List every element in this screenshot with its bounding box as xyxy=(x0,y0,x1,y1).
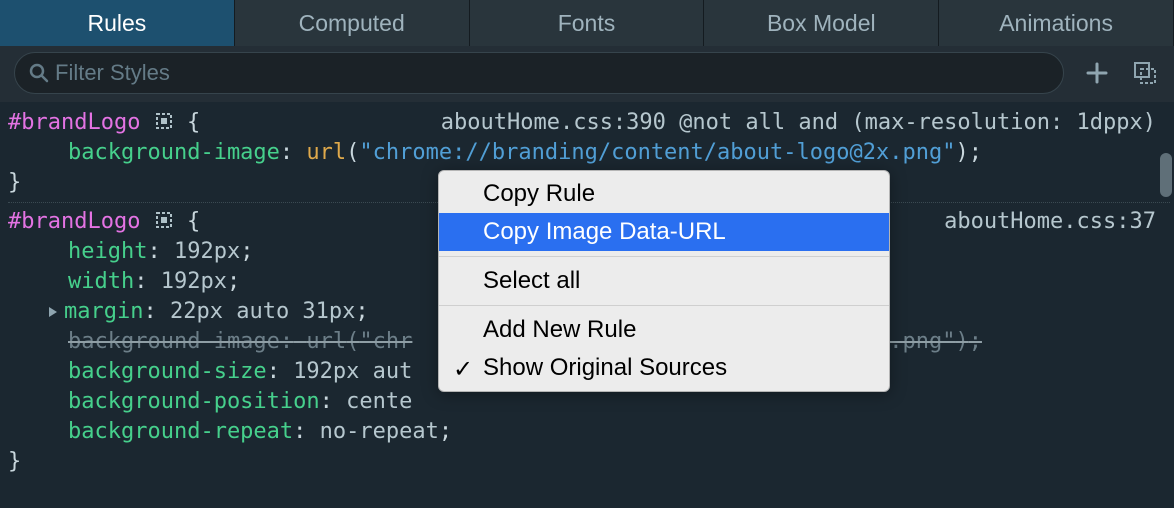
brace-close: } xyxy=(8,447,1170,477)
expand-triangle-icon[interactable] xyxy=(46,305,60,319)
colon: : xyxy=(320,389,333,414)
semi: ; xyxy=(969,329,982,354)
filter-placeholder: Filter Styles xyxy=(55,60,170,86)
declaration[interactable]: background-image: url("chrome://branding… xyxy=(8,138,1170,168)
plus-icon xyxy=(1086,62,1108,84)
tab-rules[interactable]: Rules xyxy=(0,0,235,46)
ctx-copy-rule[interactable]: Copy Rule xyxy=(439,175,889,213)
property-name[interactable]: background-image xyxy=(68,140,280,165)
tab-box-model[interactable]: Box Model xyxy=(704,0,939,46)
colon: : xyxy=(280,140,293,165)
selector[interactable]: #brandLogo xyxy=(8,110,140,135)
property-value[interactable]: no-repeat xyxy=(320,419,439,444)
url-string-left: "chr xyxy=(359,329,412,354)
check-icon: ✓ xyxy=(453,355,473,385)
semi: ; xyxy=(439,419,452,444)
tab-animations[interactable]: Animations xyxy=(939,0,1174,46)
property-name[interactable]: background-image xyxy=(68,329,280,354)
url-string[interactable]: "chrome://branding/content/about-logo@2x… xyxy=(359,140,955,165)
tab-computed[interactable]: Computed xyxy=(235,0,470,46)
property-value[interactable]: 192px aut xyxy=(293,359,412,384)
colon: : xyxy=(147,239,160,264)
property-name[interactable]: background-size xyxy=(68,359,267,384)
paren: ) xyxy=(955,140,968,165)
frames-icon xyxy=(1132,60,1158,86)
colon: : xyxy=(293,419,306,444)
ctx-copy-image-data-url[interactable]: Copy Image Data-URL xyxy=(439,213,889,251)
ctx-separator xyxy=(439,305,889,306)
highlight-icon[interactable] xyxy=(154,210,174,230)
semi: ; xyxy=(355,299,368,324)
inspector-tabs: Rules Computed Fonts Box Model Animation… xyxy=(0,0,1174,46)
property-value[interactable]: 192px xyxy=(174,239,240,264)
selector[interactable]: #brandLogo xyxy=(8,209,140,234)
url-keyword: url xyxy=(306,329,346,354)
property-name[interactable]: height xyxy=(68,239,147,264)
rule-header[interactable]: aboutHome.css:390 @not all and (max-reso… xyxy=(8,108,1170,138)
ctx-select-all[interactable]: Select all xyxy=(439,262,889,300)
scrollbar-thumb[interactable] xyxy=(1160,153,1172,197)
property-value[interactable]: cente xyxy=(346,389,412,414)
ctx-separator xyxy=(439,256,889,257)
property-name[interactable]: background-repeat xyxy=(68,419,293,444)
colon: : xyxy=(280,329,293,354)
declaration[interactable]: background-repeat: no-repeat; xyxy=(8,417,1170,447)
add-rule-button[interactable] xyxy=(1082,58,1112,88)
property-name[interactable]: background-position xyxy=(68,389,320,414)
paren: ( xyxy=(346,140,359,165)
toggle-pseudo-button[interactable] xyxy=(1130,58,1160,88)
media-query: @not all and (max-resolution: 1dppx) xyxy=(679,110,1156,135)
search-icon xyxy=(29,63,49,83)
paren: ( xyxy=(346,329,359,354)
property-value[interactable]: 22px auto 31px xyxy=(170,299,355,324)
tab-fonts[interactable]: Fonts xyxy=(470,0,705,46)
brace: { xyxy=(187,209,200,234)
colon: : xyxy=(267,359,280,384)
rules-pane[interactable]: aboutHome.css:390 @not all and (max-reso… xyxy=(0,102,1174,485)
semi: ; xyxy=(969,140,982,165)
colon: : xyxy=(143,299,156,324)
url-keyword: url xyxy=(306,140,346,165)
ctx-show-original-sources[interactable]: ✓ Show Original Sources xyxy=(439,349,889,387)
property-name[interactable]: width xyxy=(68,269,134,294)
property-name[interactable]: margin xyxy=(64,299,143,324)
paren: ) xyxy=(955,329,968,354)
rules-toolbar: Filter Styles xyxy=(0,46,1174,102)
source-link[interactable]: aboutHome.css:37 xyxy=(944,209,1156,234)
context-menu: Copy Rule Copy Image Data-URL Select all… xyxy=(438,170,890,392)
colon: : xyxy=(134,269,147,294)
source-link[interactable]: aboutHome.css:390 xyxy=(441,110,666,135)
filter-styles-input[interactable]: Filter Styles xyxy=(14,52,1064,94)
highlight-icon[interactable] xyxy=(154,111,174,131)
semi: ; xyxy=(227,269,240,294)
property-value[interactable]: 192px xyxy=(161,269,227,294)
ctx-add-new-rule[interactable]: Add New Rule xyxy=(439,311,889,349)
ctx-label: Show Original Sources xyxy=(483,354,727,381)
brace: { xyxy=(187,110,200,135)
semi: ; xyxy=(240,239,253,264)
